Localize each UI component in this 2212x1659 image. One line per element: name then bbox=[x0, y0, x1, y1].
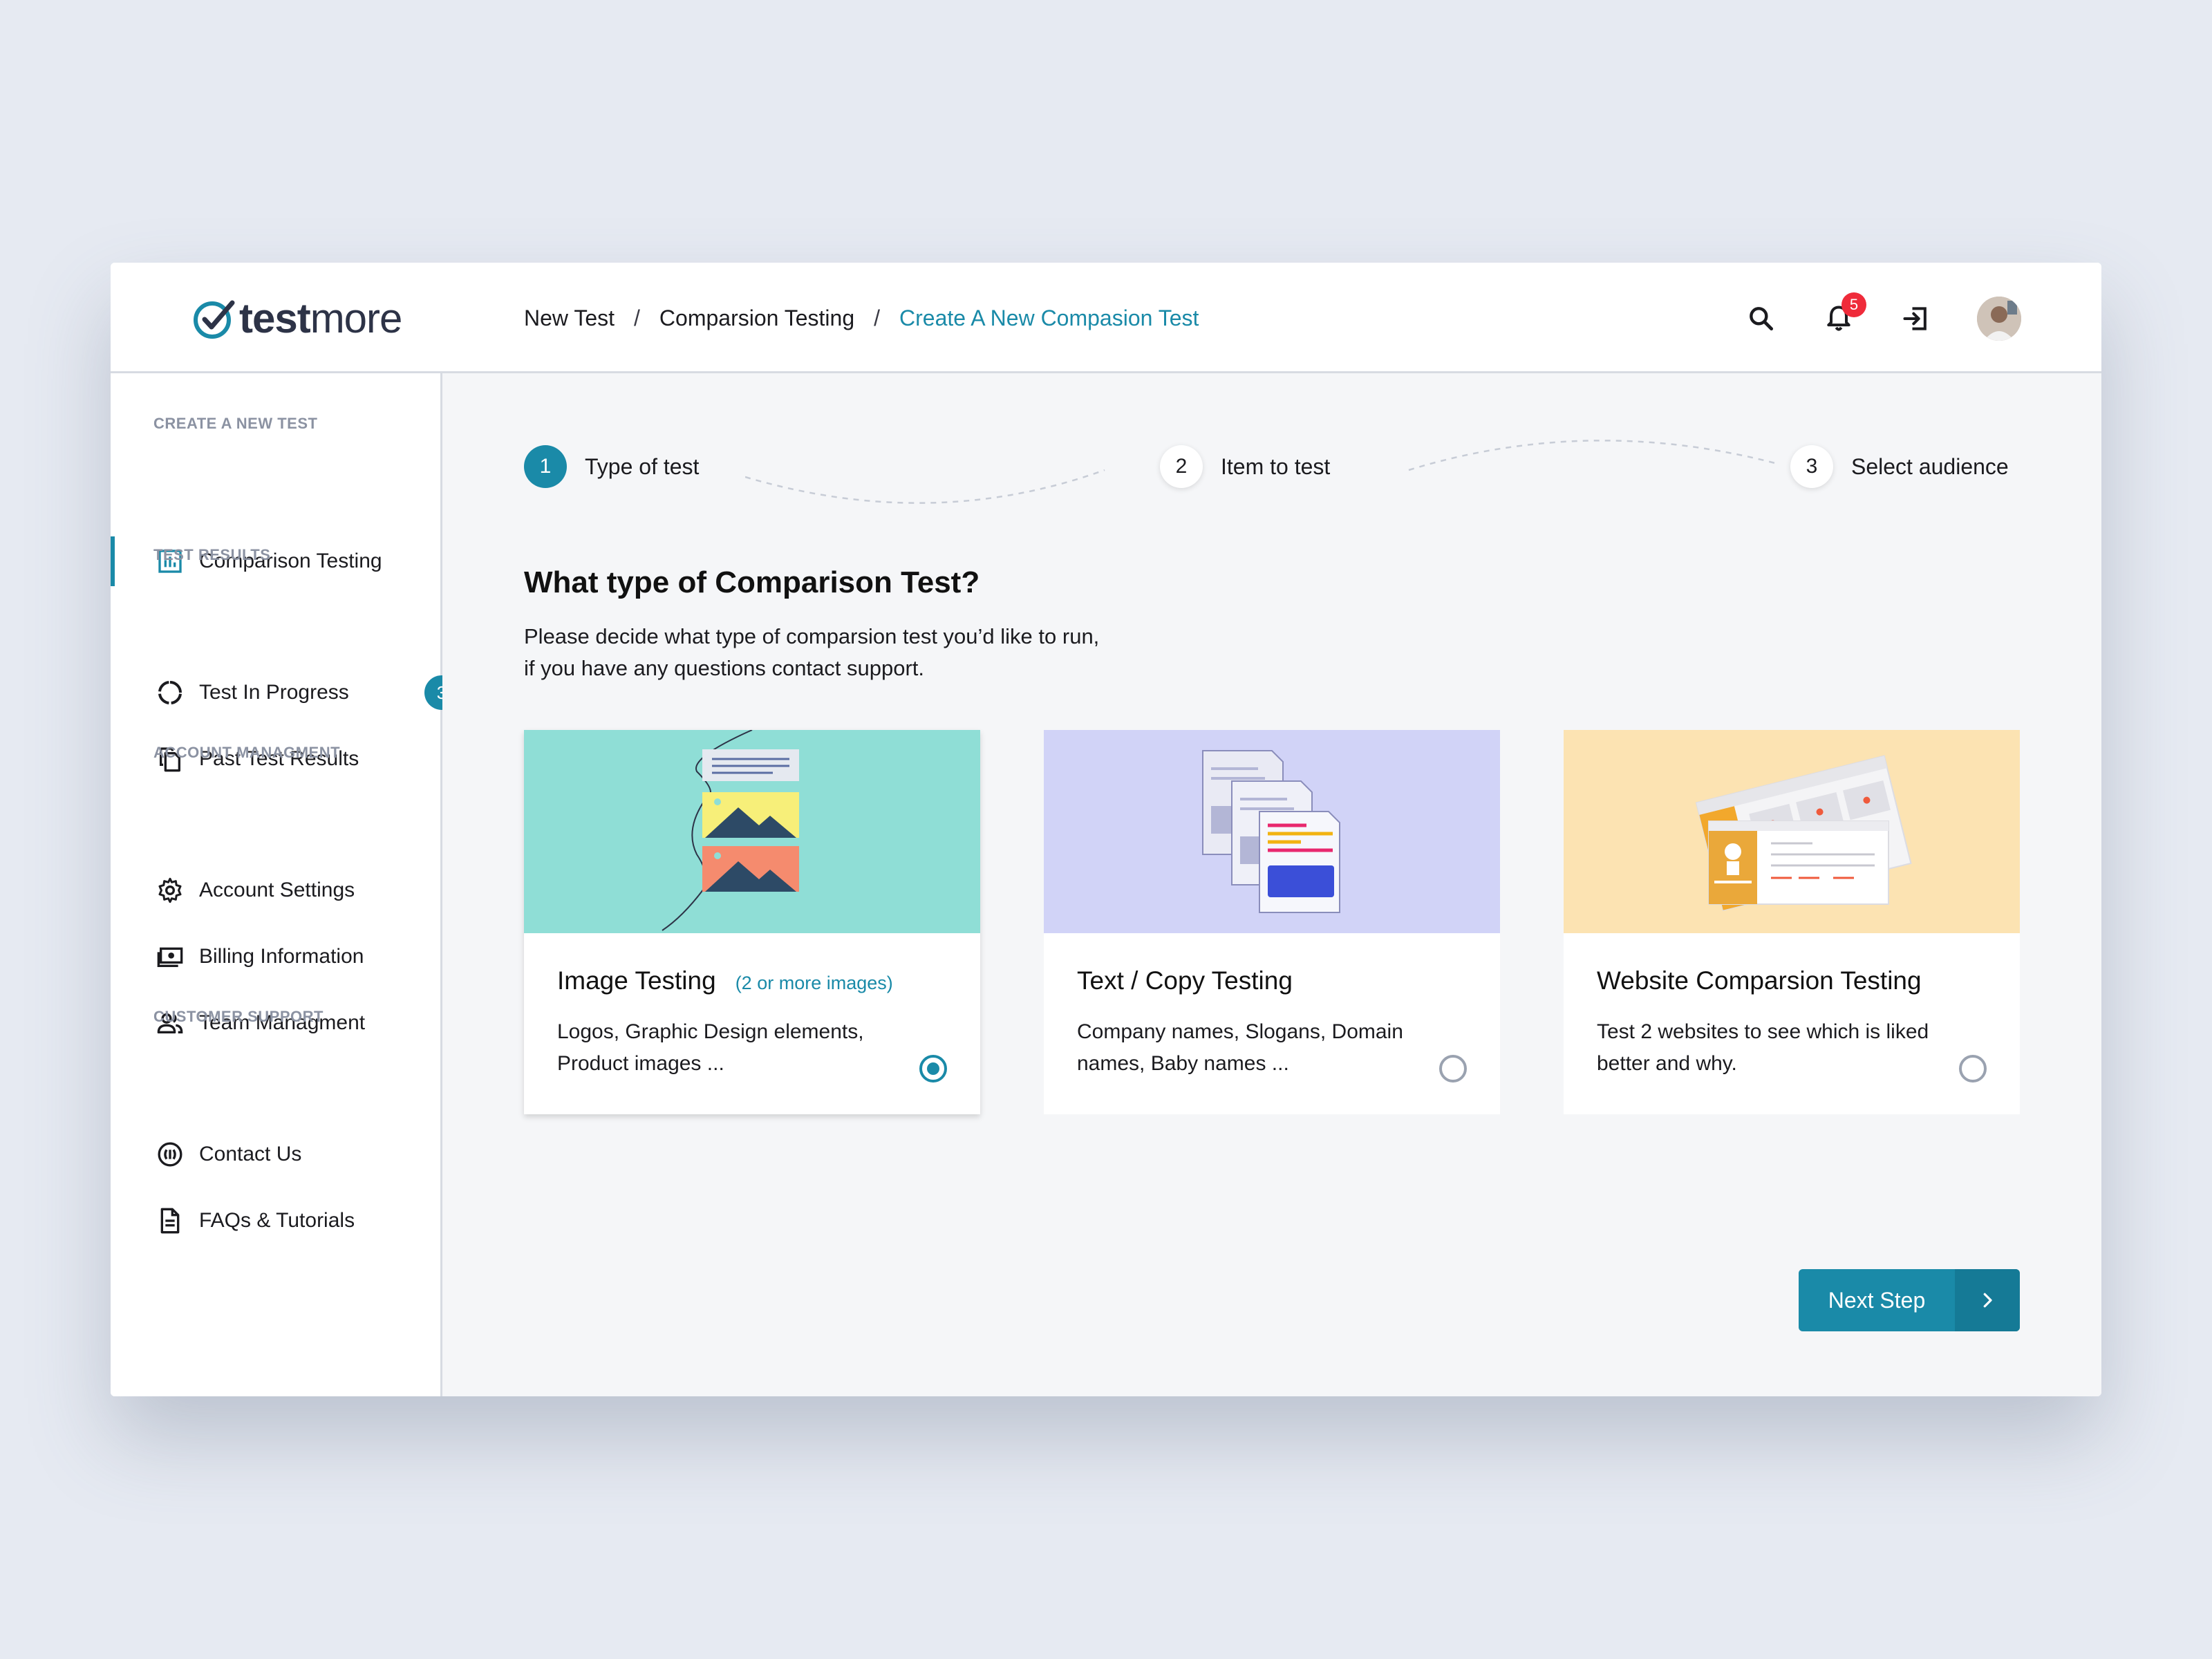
radio-text-copy-testing[interactable] bbox=[1439, 1055, 1467, 1082]
card-title-text: Image Testing bbox=[557, 966, 716, 995]
card-description: Company names, Slogans, Domain names, Ba… bbox=[1077, 1020, 1403, 1075]
sidebar-item-label: Billing Information bbox=[199, 945, 364, 968]
sidebar-item-label: Contact Us bbox=[199, 1143, 302, 1165]
cash-icon bbox=[153, 940, 187, 973]
text-testing-illustration bbox=[1044, 730, 1500, 933]
sidebar-item-contact-us[interactable]: Contact Us bbox=[153, 1134, 430, 1175]
card-title: Website Comparsion Testing bbox=[1597, 966, 1922, 995]
section-title-account: ACCOUNT MANAGMENT bbox=[153, 744, 341, 761]
card-subtitle: (2 or more images) bbox=[735, 973, 893, 993]
step-number: 1 bbox=[524, 445, 567, 488]
notifications-button[interactable]: 5 bbox=[1817, 292, 1866, 341]
card-description: Logos, Graphic Design elements, Product … bbox=[557, 1020, 864, 1075]
card-description: Test 2 websites to see which is liked be… bbox=[1597, 1020, 1929, 1075]
search-button[interactable] bbox=[1739, 297, 1783, 341]
search-icon bbox=[1750, 307, 1774, 331]
next-step-button[interactable]: Next Step bbox=[1799, 1269, 2020, 1331]
website-testing-illustration bbox=[1564, 730, 2020, 933]
card-text-copy-testing[interactable]: Text / Copy Testing Company names, Sloga… bbox=[1044, 730, 1500, 1114]
radio-website-comparison-testing[interactable] bbox=[1959, 1055, 1987, 1082]
step-label: Item to test bbox=[1221, 453, 1331, 479]
sidebar: CREATE A NEW TEST Comparison Testing TES… bbox=[111, 373, 459, 1396]
card-title: Image Testing (2 or more images) bbox=[557, 966, 893, 995]
question-description: Please decide what type of comparsion te… bbox=[524, 621, 1284, 684]
stepper: 1 Type of test 2 Item to test 3 Select a… bbox=[524, 440, 2031, 504]
sidebar-item-account-settings[interactable]: Account Settings bbox=[153, 870, 430, 911]
logo-check-icon bbox=[194, 300, 235, 339]
sidebar-item-billing-information[interactable]: Billing Information bbox=[153, 936, 430, 977]
radio-image-testing[interactable] bbox=[919, 1055, 947, 1082]
stepper-connector-2 bbox=[1408, 440, 1776, 471]
card-title-text: Website Comparsion Testing bbox=[1597, 966, 1922, 995]
step-item-to-test[interactable]: 2 Item to test bbox=[1160, 442, 1330, 491]
user-avatar[interactable] bbox=[1977, 297, 2021, 341]
step-number: 3 bbox=[1790, 445, 1833, 488]
top-bar: testmore New Test / Comparsion Testing /… bbox=[111, 263, 2101, 373]
section-title-create: CREATE A NEW TEST bbox=[153, 415, 318, 432]
sidebar-item-label: Test In Progress bbox=[199, 681, 349, 704]
progress-ring-icon bbox=[153, 676, 187, 709]
main-content: 1 Type of test 2 Item to test 3 Select a… bbox=[442, 373, 2101, 1396]
sidebar-item-faqs-tutorials[interactable]: FAQs & Tutorials bbox=[153, 1200, 430, 1241]
notification-count-badge: 5 bbox=[1841, 292, 1866, 317]
breadcrumb-new-test[interactable]: New Test bbox=[524, 306, 615, 331]
breadcrumb-separator: / bbox=[634, 305, 640, 330]
breadcrumb-comparison-testing[interactable]: Comparsion Testing bbox=[659, 306, 854, 331]
logo-text: testmore bbox=[239, 295, 402, 341]
breadcrumb-current: Create A New Compasion Test bbox=[899, 305, 1199, 330]
image-testing-illustration bbox=[524, 730, 980, 933]
sidebar-item-test-in-progress[interactable]: Test In Progress bbox=[153, 672, 430, 713]
sidebar-item-label: Account Settings bbox=[199, 879, 355, 901]
card-title-text: Text / Copy Testing bbox=[1077, 966, 1293, 995]
card-website-comparison-testing[interactable]: Website Comparsion Testing Test 2 websit… bbox=[1564, 730, 2020, 1114]
test-type-cards: Image Testing (2 or more images) Logos, … bbox=[524, 730, 2020, 1117]
gear-icon bbox=[153, 874, 187, 907]
document-icon bbox=[153, 1204, 187, 1237]
testmore-logo[interactable]: testmore bbox=[191, 294, 402, 343]
step-type-of-test[interactable]: 1 Type of test bbox=[524, 442, 699, 491]
question-description-line: Please decide what type of comparsion te… bbox=[524, 624, 1100, 648]
breadcrumb-separator: / bbox=[874, 305, 881, 330]
section-title-results: TEST RESULTS bbox=[153, 546, 271, 563]
chevron-right-icon bbox=[1955, 1269, 2020, 1331]
sidebar-item-label: FAQs & Tutorials bbox=[199, 1209, 355, 1232]
step-label: Type of test bbox=[585, 453, 700, 479]
section-title-support: CUSTOMER SUPPORT bbox=[153, 1008, 324, 1025]
logout-button[interactable] bbox=[1894, 297, 1938, 341]
card-image-testing[interactable]: Image Testing (2 or more images) Logos, … bbox=[524, 730, 980, 1114]
step-number: 2 bbox=[1160, 445, 1203, 488]
app-window: testmore New Test / Comparsion Testing /… bbox=[111, 263, 2101, 1396]
question-description-line: if you have any questions contact suppor… bbox=[524, 656, 925, 680]
step-select-audience[interactable]: 3 Select audience bbox=[1790, 442, 2009, 491]
breadcrumb: New Test / Comparsion Testing / Create A… bbox=[524, 299, 1199, 337]
header-actions: 5 bbox=[1706, 292, 2021, 343]
avatar-image bbox=[1977, 297, 2021, 341]
question-title: What type of Comparison Test? bbox=[524, 565, 980, 599]
step-label: Select audience bbox=[1851, 453, 2009, 479]
next-step-label: Next Step bbox=[1828, 1287, 1926, 1313]
broadcast-icon bbox=[153, 1138, 187, 1171]
card-title: Text / Copy Testing bbox=[1077, 966, 1293, 995]
stepper-connector-1 bbox=[745, 469, 1105, 504]
exit-icon bbox=[1903, 307, 1927, 330]
